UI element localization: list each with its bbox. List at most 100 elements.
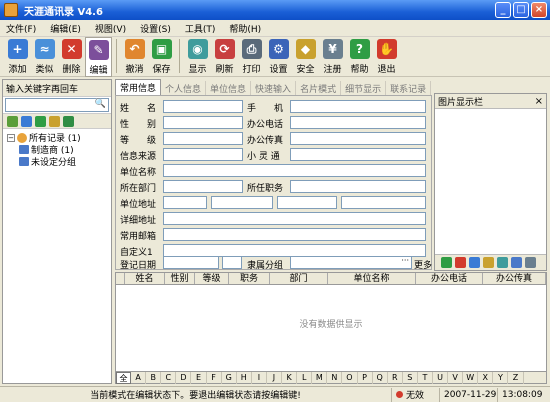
office-phone-input[interactable] — [290, 116, 426, 129]
collapse-tree-icon[interactable] — [21, 115, 32, 127]
refresh-button[interactable]: ⟳ 刷新 — [211, 37, 238, 75]
menu-view[interactable]: 视图(V) — [95, 22, 126, 35]
add-contact-button[interactable]: + 添加 — [4, 37, 31, 75]
close-icon[interactable]: × — [535, 96, 543, 107]
tab-quick-input[interactable]: 快速输入 — [251, 81, 297, 95]
fit-picture-icon[interactable] — [525, 257, 536, 268]
col-name[interactable]: 姓名 — [125, 273, 165, 284]
tab-detail-view[interactable]: 细节显示 — [341, 81, 387, 95]
minimize-button[interactable]: _ — [495, 2, 511, 18]
alphabet-filter-item[interactable]: W — [463, 371, 479, 384]
alphabet-filter-item[interactable]: Z — [508, 371, 524, 384]
menu-help[interactable]: 帮助(H) — [229, 22, 261, 35]
alphabet-filter-item[interactable]: S — [403, 371, 418, 384]
menu-edit[interactable]: 编辑(E) — [50, 22, 81, 35]
print-button[interactable]: ⎙ 打印 — [238, 37, 265, 75]
col-gender[interactable]: 性别 — [165, 273, 195, 284]
address-district-input[interactable] — [277, 196, 337, 209]
similar-contact-button[interactable]: ≈ 类似 — [31, 37, 58, 75]
tree-item-manufacturer[interactable]: 制造商 (1) — [7, 144, 107, 156]
alphabet-filter-item[interactable]: G — [222, 371, 237, 384]
settings-button[interactable]: ⚙ 设置 — [265, 37, 292, 75]
level-select[interactable] — [163, 132, 243, 145]
maximize-button[interactable]: □ — [513, 2, 529, 18]
company-input[interactable] — [163, 164, 426, 177]
security-button[interactable]: ◆ 安全 — [292, 37, 319, 75]
menu-tools[interactable]: 工具(T) — [185, 22, 216, 35]
alphabet-filter-item[interactable]: R — [388, 371, 403, 384]
alphabet-filter-item[interactable]: T — [418, 371, 433, 384]
alphabet-filter-item[interactable]: X — [478, 371, 494, 384]
show-button[interactable]: ◉ 显示 — [184, 37, 211, 75]
alphabet-filter-item[interactable]: E — [191, 371, 207, 384]
add-group-icon[interactable] — [35, 115, 46, 127]
close-button[interactable]: × — [531, 2, 547, 18]
tree-item-unassigned[interactable]: 未设定分组 — [7, 156, 107, 168]
undo-button[interactable]: ↶ 撤消 — [121, 37, 148, 75]
col-office-fax[interactable]: 办公传真 — [483, 273, 546, 284]
open-picture-icon[interactable] — [483, 257, 494, 268]
address-zip-input[interactable] — [341, 196, 426, 209]
delete-button[interactable]: ✕ 删除 — [58, 37, 85, 75]
alphabet-filter-item[interactable]: A — [131, 371, 147, 384]
tab-common-info[interactable]: 常用信息 — [115, 79, 162, 95]
alphabet-filter-item[interactable]: K — [282, 371, 298, 384]
alphabet-filter-item[interactable]: F — [207, 371, 222, 384]
tab-contact-log[interactable]: 联系记录 — [386, 81, 432, 95]
name-input[interactable] — [163, 100, 243, 113]
gender-select[interactable] — [163, 116, 243, 129]
col-company[interactable]: 单位名称 — [328, 273, 416, 284]
search-icon[interactable]: 🔍 — [95, 99, 106, 109]
capture-picture-icon[interactable] — [511, 257, 522, 268]
alphabet-filter-item[interactable]: O — [342, 371, 358, 384]
help-button[interactable]: ? 帮助 — [346, 37, 373, 75]
alphabet-filter-item[interactable]: B — [146, 371, 162, 384]
alphabet-filter-item[interactable]: 全 — [116, 371, 132, 384]
xlt-input[interactable] — [290, 148, 426, 161]
col-position[interactable]: 职务 — [229, 273, 270, 284]
alphabet-filter-item[interactable]: N — [327, 371, 343, 384]
alphabet-filter-item[interactable]: C — [161, 371, 177, 384]
alphabet-filter-item[interactable]: L — [297, 371, 313, 384]
reg-date-input[interactable] — [163, 256, 219, 269]
menu-settings[interactable]: 设置(S) — [140, 22, 171, 35]
tab-personal-info[interactable]: 个人信息 — [161, 81, 207, 95]
alphabet-filter-item[interactable]: Q — [373, 371, 388, 384]
save-picture-icon[interactable] — [469, 257, 480, 268]
alphabet-filter-item[interactable]: H — [237, 371, 252, 384]
mobile-input[interactable] — [290, 100, 426, 113]
remove-picture-icon[interactable] — [455, 257, 466, 268]
ellipsis-icon[interactable]: ··· — [401, 256, 409, 265]
col-office-phone[interactable]: 办公电话 — [416, 273, 483, 284]
edit-group-icon[interactable] — [49, 115, 60, 127]
reg-date-picker[interactable] — [222, 256, 242, 269]
alphabet-filter-item[interactable]: M — [312, 371, 328, 384]
menu-file[interactable]: 文件(F) — [6, 22, 36, 35]
alphabet-filter-item[interactable]: I — [252, 371, 267, 384]
alphabet-filter-item[interactable]: U — [433, 371, 449, 384]
save-button[interactable]: ▣ 保存 — [148, 37, 175, 75]
alphabet-filter-item[interactable]: J — [267, 371, 283, 384]
group-select[interactable]: ··· — [290, 256, 412, 269]
tree-item-all[interactable]: − 所有记录 (1) — [7, 132, 107, 144]
collapse-node-icon[interactable]: − — [7, 133, 15, 142]
office-fax-input[interactable] — [290, 132, 426, 145]
exit-button[interactable]: ✋ 退出 — [373, 37, 400, 75]
more-button[interactable]: 更多 — [414, 258, 432, 271]
keyword-search-input[interactable]: 🔍 — [5, 98, 109, 112]
alphabet-filter-item[interactable]: D — [176, 371, 192, 384]
register-button[interactable]: ¥ 注册 — [319, 37, 346, 75]
tab-company-info[interactable]: 单位信息 — [206, 81, 252, 95]
tab-card-mode[interactable]: 名片模式 — [296, 81, 342, 95]
alphabet-filter-item[interactable]: P — [358, 371, 373, 384]
edit-button[interactable]: ✎ 编辑 — [85, 37, 112, 77]
info-source-select[interactable] — [163, 148, 243, 161]
expand-tree-icon[interactable] — [7, 115, 18, 127]
col-department[interactable]: 部门 — [270, 273, 328, 284]
department-input[interactable] — [163, 180, 243, 193]
alphabet-filter-item[interactable]: V — [448, 371, 464, 384]
position-input[interactable] — [290, 180, 426, 193]
alphabet-filter-item[interactable]: Y — [493, 371, 509, 384]
address-province-input[interactable] — [163, 196, 207, 209]
edit-picture-icon[interactable] — [497, 257, 508, 268]
